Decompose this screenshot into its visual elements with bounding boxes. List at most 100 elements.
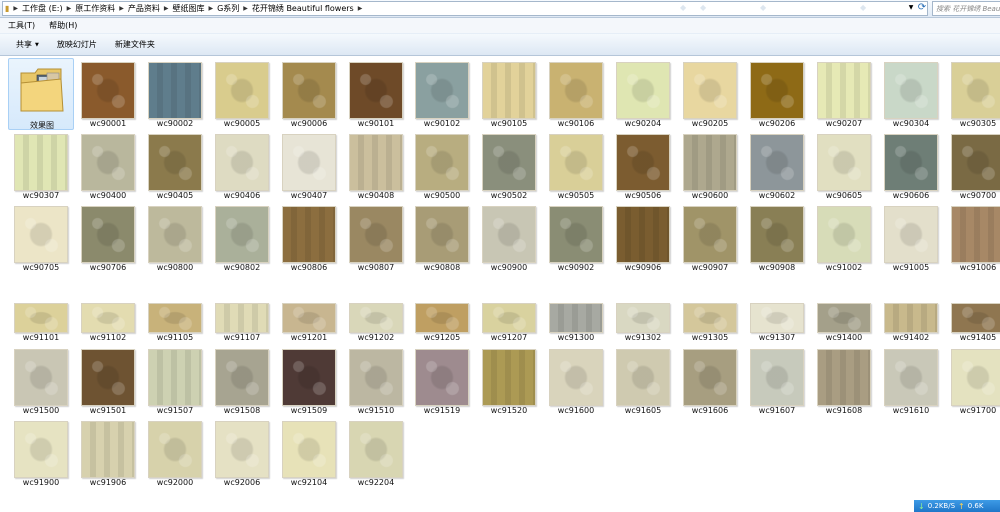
file-item[interactable]: wc90606 [878,130,944,202]
file-item[interactable]: wc90907 [677,202,743,274]
share-button[interactable]: 共享 ▼ [16,39,39,50]
file-item[interactable]: wc91002 [811,202,877,274]
file-item[interactable]: wc91202 [343,272,409,344]
file-item[interactable]: wc91607 [744,345,810,417]
file-item[interactable]: wc92204 [343,417,409,489]
file-item[interactable]: wc91302 [610,272,676,344]
file-item[interactable]: wc90602 [744,130,810,202]
chevron-right-icon[interactable]: ▶ [65,5,74,12]
file-item[interactable]: wc90307 [8,130,74,202]
breadcrumb-wallpaper-library[interactable]: 壁纸图库 [170,3,206,14]
file-item[interactable]: wc91400 [811,272,877,344]
file-item[interactable]: wc90806 [276,202,342,274]
file-item[interactable]: wc90406 [209,130,275,202]
file-item[interactable]: wc91300 [543,272,609,344]
file-item[interactable]: wc90305 [945,58,1000,130]
file-item[interactable]: wc90605 [811,130,877,202]
breadcrumb-g-series[interactable]: G系列 [215,3,241,14]
file-item[interactable]: wc91205 [409,272,475,344]
address-dropdown-icon[interactable]: ▼ [906,1,916,14]
folder-item[interactable]: 效果图 [8,58,74,130]
file-item[interactable]: wc91107 [209,272,275,344]
file-item[interactable]: wc91600 [543,345,609,417]
file-item[interactable]: wc90101 [343,58,409,130]
file-item[interactable]: wc90902 [543,202,609,274]
file-item[interactable]: wc90102 [409,58,475,130]
file-item[interactable]: wc91006 [945,202,1000,274]
chevron-right-icon[interactable]: ▶ [241,5,250,12]
breadcrumb-work-files[interactable]: 原工作资料 [73,3,117,14]
file-item[interactable]: wc90205 [677,58,743,130]
file-item[interactable]: wc91405 [945,272,1000,344]
file-item[interactable]: wc90001 [75,58,141,130]
refresh-icon[interactable]: ⟳ [916,1,928,14]
file-item[interactable]: wc90206 [744,58,810,130]
file-item[interactable]: wc92006 [209,417,275,489]
file-item[interactable]: wc91201 [276,272,342,344]
file-item[interactable]: wc91005 [878,202,944,274]
breadcrumb-current-folder[interactable]: 花开锦绣 Beautiful flowers [250,3,356,14]
file-item[interactable]: wc90105 [476,58,542,130]
file-item[interactable]: wc91305 [677,272,743,344]
file-item[interactable]: wc91307 [744,272,810,344]
chevron-right-icon[interactable]: ▶ [11,5,20,12]
address-bar[interactable]: ▮ ▶ 工作盘 (E:) ▶ 原工作资料 ▶ 产品资料 ▶ 壁纸图库 ▶ G系列… [2,1,928,16]
file-item[interactable]: wc90705 [8,202,74,274]
file-item[interactable]: wc92000 [142,417,208,489]
file-item[interactable]: wc91608 [811,345,877,417]
file-item[interactable]: wc90506 [610,130,676,202]
file-item[interactable]: wc90106 [543,58,609,130]
file-item[interactable]: wc91509 [276,345,342,417]
file-item[interactable]: wc91520 [476,345,542,417]
file-item[interactable]: wc91700 [945,345,1000,417]
file-item[interactable]: wc91207 [476,272,542,344]
file-item[interactable]: wc90408 [343,130,409,202]
file-item[interactable]: wc91102 [75,272,141,344]
file-item[interactable]: wc91101 [8,272,74,344]
file-item[interactable]: wc91610 [878,345,944,417]
breadcrumb-drive[interactable]: 工作盘 (E:) [20,3,65,14]
chevron-right-icon[interactable]: ▶ [162,5,171,12]
chevron-right-icon[interactable]: ▶ [356,5,365,12]
file-item[interactable]: wc91501 [75,345,141,417]
file-item[interactable]: wc90808 [409,202,475,274]
file-item[interactable]: wc90204 [610,58,676,130]
file-item[interactable]: wc90908 [744,202,810,274]
file-item[interactable]: wc91519 [409,345,475,417]
file-item[interactable]: wc90405 [142,130,208,202]
file-item[interactable]: wc90005 [209,58,275,130]
file-item[interactable]: wc90400 [75,130,141,202]
file-item[interactable]: wc91508 [209,345,275,417]
file-item[interactable]: wc91606 [677,345,743,417]
file-item[interactable]: wc91500 [8,345,74,417]
file-item[interactable]: wc90807 [343,202,409,274]
file-item[interactable]: wc90502 [476,130,542,202]
search-input[interactable]: 搜索 花开锦绣 Beau [932,1,1000,16]
file-item[interactable]: wc91105 [142,272,208,344]
file-item[interactable]: wc90505 [543,130,609,202]
file-item[interactable]: wc90700 [945,130,1000,202]
file-item[interactable]: wc91906 [75,417,141,489]
file-item[interactable]: wc92104 [276,417,342,489]
chevron-right-icon[interactable]: ▶ [206,5,215,12]
file-item[interactable]: wc90304 [878,58,944,130]
file-item[interactable]: wc90706 [75,202,141,274]
file-item[interactable]: wc90002 [142,58,208,130]
file-item[interactable]: wc90500 [409,130,475,202]
file-item[interactable]: wc91507 [142,345,208,417]
file-item[interactable]: wc90600 [677,130,743,202]
file-item[interactable]: wc90900 [476,202,542,274]
file-item[interactable]: wc90800 [142,202,208,274]
file-item[interactable]: wc91900 [8,417,74,489]
file-item[interactable]: wc90906 [610,202,676,274]
slideshow-button[interactable]: 放映幻灯片 [57,39,97,50]
new-folder-button[interactable]: 新建文件夹 [115,39,155,50]
file-item[interactable]: wc91510 [343,345,409,417]
menu-tools[interactable]: 工具(T) [8,20,35,31]
file-item[interactable]: wc91605 [610,345,676,417]
chevron-right-icon[interactable]: ▶ [117,5,126,12]
file-item[interactable]: wc90802 [209,202,275,274]
file-item[interactable]: wc90207 [811,58,877,130]
file-item[interactable]: wc90407 [276,130,342,202]
menu-help[interactable]: 帮助(H) [49,20,77,31]
